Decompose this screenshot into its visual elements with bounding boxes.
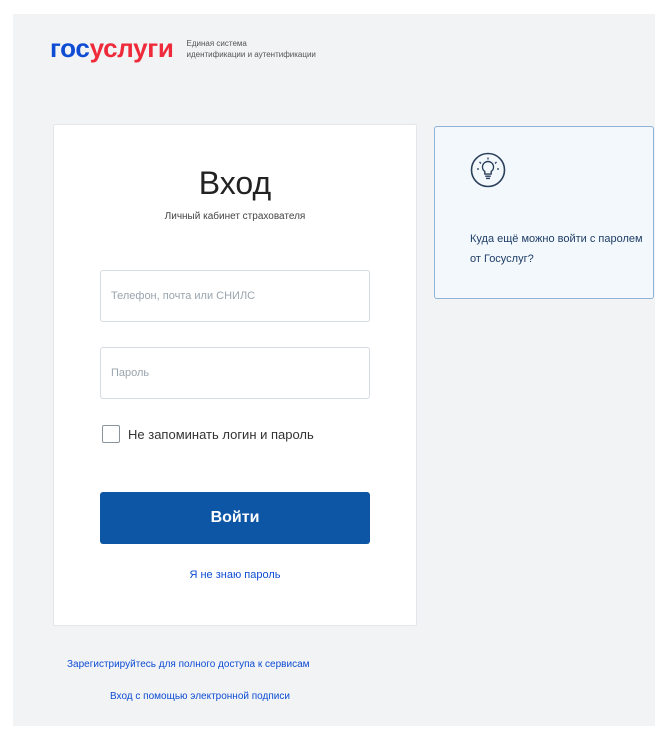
logo-subtitle-line2: идентификации и аутентификации: [186, 50, 316, 59]
header-logo-block: госуслуги Единая система идентификации и…: [50, 33, 316, 63]
logo-text-part1: гос: [50, 33, 90, 63]
info-card[interactable]: Куда ещё можно войти с паролем от Госусл…: [434, 126, 654, 299]
logo-subtitle-line1: Единая система: [186, 39, 247, 48]
forgot-password-link[interactable]: Я не знаю пароль: [54, 569, 416, 581]
login-subtitle: Личный кабинет страхователя: [164, 211, 306, 222]
login-button[interactable]: Войти: [100, 492, 370, 544]
password-input[interactable]: [100, 347, 370, 399]
login-input[interactable]: [100, 270, 370, 322]
lightbulb-icon: [470, 152, 506, 188]
info-text[interactable]: Куда ещё можно войти с паролем от Госусл…: [470, 229, 650, 269]
login-card: Вход Личный кабинет страхователя Не запо…: [53, 124, 417, 626]
logo-subtitle: Единая система идентификации и аутентифи…: [187, 38, 316, 60]
remember-checkbox[interactable]: [102, 425, 120, 443]
logo-text-part2: услуги: [89, 33, 174, 63]
remember-option[interactable]: Не запоминать логин и пароль: [102, 425, 314, 443]
esign-login-link[interactable]: Вход с помощью электронной подписи: [110, 691, 290, 702]
gosuslugi-logo[interactable]: госуслуги: [50, 33, 174, 63]
register-link[interactable]: Зарегистрируйтесь для полного доступа к …: [67, 659, 310, 670]
login-title: Вход: [198, 165, 272, 201]
remember-label: Не запоминать логин и пароль: [128, 426, 314, 442]
